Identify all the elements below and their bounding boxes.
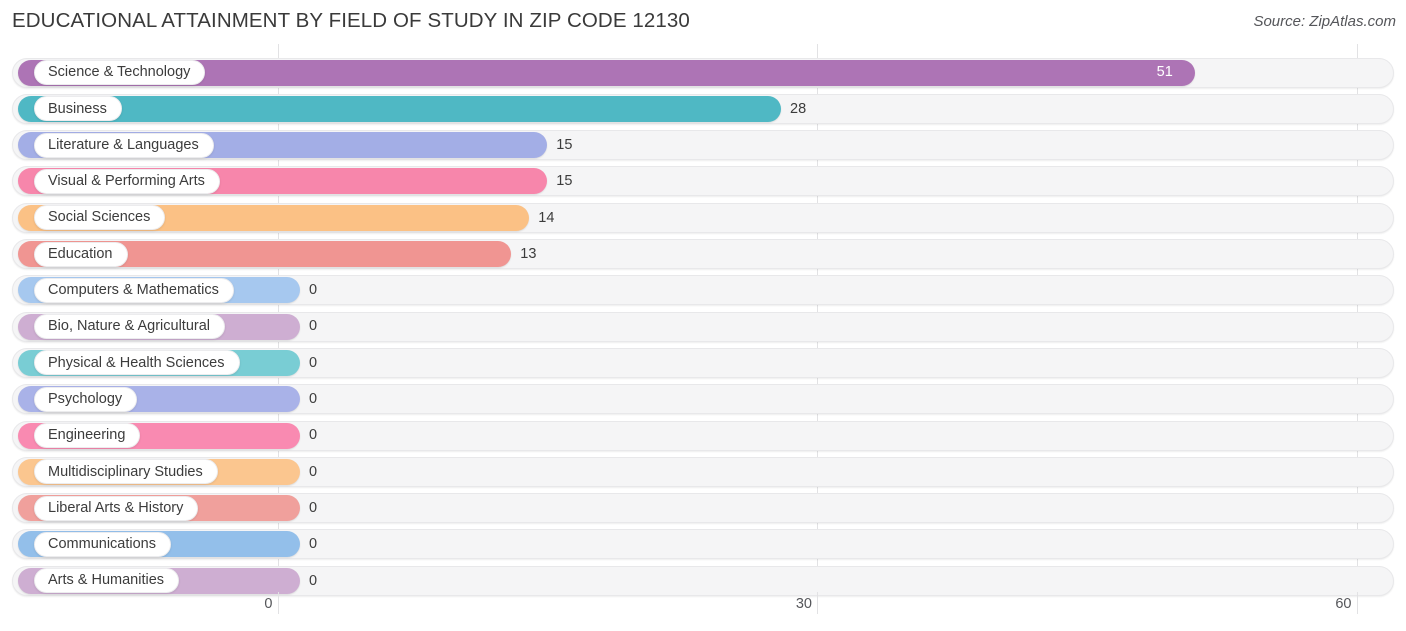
category-label-pill: Liberal Arts & History: [34, 495, 199, 521]
bar-value-label: 0: [309, 354, 318, 371]
chart-row[interactable]: Multidisciplinary Studies 0: [0, 454, 1406, 490]
bar-value-label: 28: [790, 100, 807, 117]
category-label-pill: Computers & Mathematics: [34, 277, 234, 303]
x-axis-tick-label: 30: [795, 596, 812, 612]
bar-value-label: 0: [309, 391, 318, 408]
chart-row[interactable]: Liberal Arts & History 0: [0, 490, 1406, 526]
category-label: Liberal Arts & History: [48, 499, 184, 516]
category-label: Computers & Mathematics: [48, 282, 219, 299]
chart-row[interactable]: Business 28: [0, 91, 1406, 127]
bar-value-label: 0: [309, 318, 318, 335]
category-label: Education: [48, 245, 113, 262]
category-label: Visual & Performing Arts: [48, 173, 205, 190]
category-label: Engineering: [48, 427, 126, 444]
category-label: Arts & Humanities: [48, 572, 165, 589]
axis-tickmark: [277, 592, 279, 614]
chart-row[interactable]: Visual & Performing Arts 15: [0, 163, 1406, 199]
category-label-pill: Engineering: [34, 423, 141, 448]
chart-container: EDUCATIONAL ATTAINMENT BY FIELD OF STUDY…: [0, 0, 1406, 631]
x-axis: 0 30 60: [0, 592, 1406, 631]
chart-row[interactable]: Education 13: [0, 236, 1406, 272]
chart-row[interactable]: Social Sciences 14: [0, 200, 1406, 236]
bar-value-label: 0: [309, 536, 318, 553]
bar-value-label: 14: [538, 209, 555, 226]
category-label: Bio, Nature & Agricultural: [48, 318, 210, 335]
chart-row[interactable]: Communications 0: [0, 526, 1406, 562]
category-label-pill: Visual & Performing Arts: [34, 168, 220, 194]
category-label-pill: Literature & Languages: [34, 132, 214, 158]
page-title: EDUCATIONAL ATTAINMENT BY FIELD OF STUDY…: [12, 9, 690, 32]
category-label-pill: Arts & Humanities: [34, 568, 180, 594]
category-label-pill: Social Sciences: [34, 205, 166, 231]
axis-tickmark: [1356, 592, 1358, 614]
bar-value-label: 15: [556, 173, 573, 190]
chart-row[interactable]: Computers & Mathematics 0: [0, 272, 1406, 308]
category-label: Business: [48, 100, 107, 117]
category-label-pill: Communications: [34, 531, 171, 557]
bar-value-label: 0: [309, 282, 318, 299]
bar-value-label: 15: [556, 136, 573, 153]
bar-rows: Science & Technology 51 Business 28 Literatu…: [0, 44, 1406, 596]
category-label: Multidisciplinary Studies: [48, 463, 203, 480]
category-label: Social Sciences: [48, 209, 151, 226]
category-label: Communications: [48, 536, 156, 553]
category-label-pill: Education: [34, 241, 128, 267]
value-bar[interactable]: [18, 95, 782, 122]
category-label: Physical & Health Sciences: [48, 354, 225, 371]
axis-tickmark: [817, 592, 818, 614]
category-label: Science & Technology: [48, 64, 191, 81]
chart-row[interactable]: Science & Technology 51: [0, 55, 1406, 91]
category-label-pill: Science & Technology: [34, 60, 206, 85]
plot-area: Science & Technology 51 Business 28 Literatu…: [0, 44, 1406, 596]
bar-value-label: 0: [309, 427, 318, 444]
bar-value-label: 51: [1156, 64, 1173, 81]
chart-row[interactable]: Bio, Nature & Agricultural 0: [0, 309, 1406, 345]
chart-row[interactable]: Physical & Health Sciences 0: [0, 345, 1406, 381]
category-label: Psychology: [48, 390, 123, 407]
category-label-pill: Physical & Health Sciences: [34, 350, 240, 376]
category-label-pill: Psychology: [34, 386, 138, 412]
category-label-pill: Multidisciplinary Studies: [34, 459, 218, 485]
category-label: Literature & Languages: [48, 136, 199, 153]
chart-row[interactable]: Literature & Languages 15: [0, 127, 1406, 163]
source-attribution: Source: ZipAtlas.com: [1253, 13, 1396, 30]
x-axis-tick-label: 60: [1335, 596, 1352, 612]
chart-row[interactable]: Psychology 0: [0, 381, 1406, 417]
chart-row[interactable]: Engineering 0: [0, 418, 1406, 454]
bar-value-label: 0: [309, 499, 318, 516]
category-label-pill: Bio, Nature & Agricultural: [34, 314, 225, 340]
bar-value-label: 0: [309, 463, 318, 480]
x-axis-tick-label: 0: [264, 596, 273, 612]
bar-value-label: 13: [520, 245, 537, 262]
chart-header: EDUCATIONAL ATTAINMENT BY FIELD OF STUDY…: [0, 0, 1406, 44]
category-label-pill: Business: [34, 96, 122, 122]
